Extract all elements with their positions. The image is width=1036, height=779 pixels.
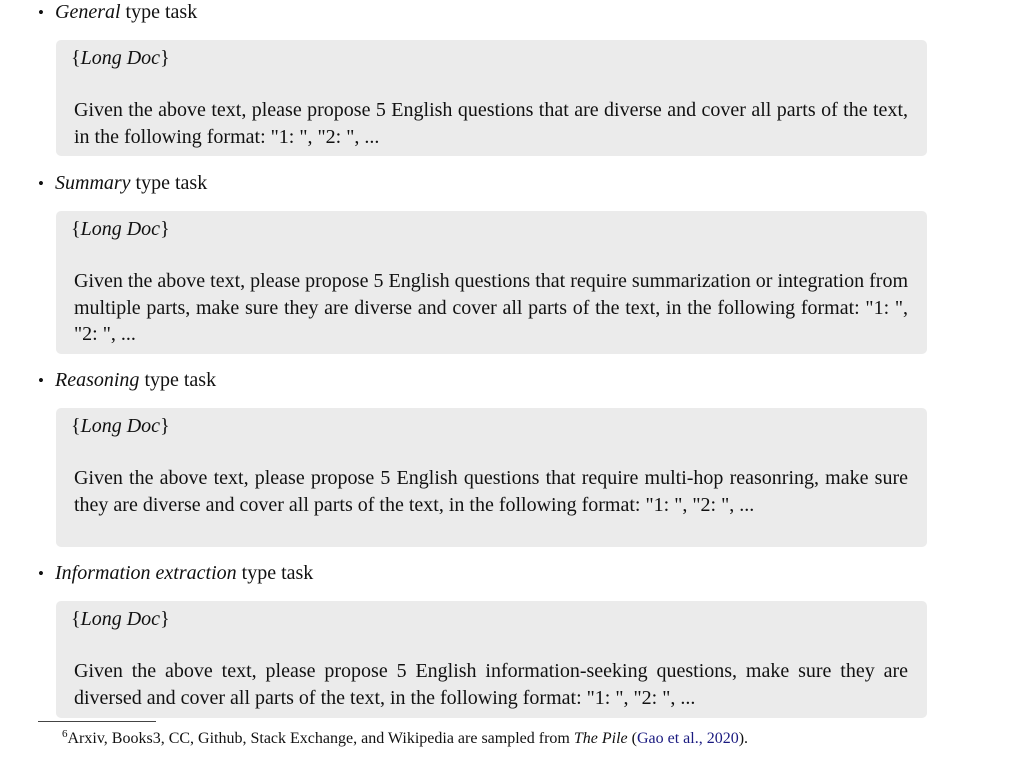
prompt-box-general: {Long Doc} Given the above text, please … [56,40,927,156]
task-heading-general: • General type task [38,0,197,25]
long-doc-placeholder: {Long Doc} [71,218,170,240]
long-doc-placeholder: {Long Doc} [71,608,170,630]
citation-link[interactable]: Gao et al., 2020 [637,730,739,747]
task-name: Summary [55,172,131,194]
footnote-source-title: The Pile [573,730,628,747]
prompt-text: Given the above text, please propose 5 E… [74,660,908,709]
footnote-divider [38,721,156,722]
footnote: 6Arxiv, Books3, CC, Github, Stack Exchan… [62,728,749,748]
footnote-text: Arxiv, Books3, CC, Github, Stack Exchang… [67,730,574,747]
long-doc-placeholder: {Long Doc} [71,415,170,437]
task-heading-information-extraction: • Information extraction type task [38,561,313,586]
bullet-icon: • [38,371,44,390]
task-heading-reasoning: • Reasoning type task [38,368,216,393]
task-suffix: type task [144,369,217,391]
long-doc-placeholder: {Long Doc} [71,47,170,69]
task-name: General [55,1,121,23]
task-suffix: type task [135,172,208,194]
prompt-text: Given the above text, please propose 5 E… [74,270,908,345]
prompt-text: Given the above text, please propose 5 E… [74,99,908,148]
bullet-icon: • [38,174,44,193]
prompt-box-summary: {Long Doc} Given the above text, please … [56,211,927,354]
task-suffix: type task [241,562,314,584]
task-suffix: type task [125,1,198,23]
bullet-icon: • [38,564,44,583]
task-heading-summary: • Summary type task [38,171,207,196]
task-name: Information extraction [55,562,237,584]
task-name: Reasoning [55,369,140,391]
prompt-box-information-extraction: {Long Doc} Given the above text, please … [56,601,927,718]
prompt-box-reasoning: {Long Doc} Given the above text, please … [56,408,927,547]
prompt-text: Given the above text, please propose 5 E… [74,467,908,516]
bullet-icon: • [38,3,44,22]
